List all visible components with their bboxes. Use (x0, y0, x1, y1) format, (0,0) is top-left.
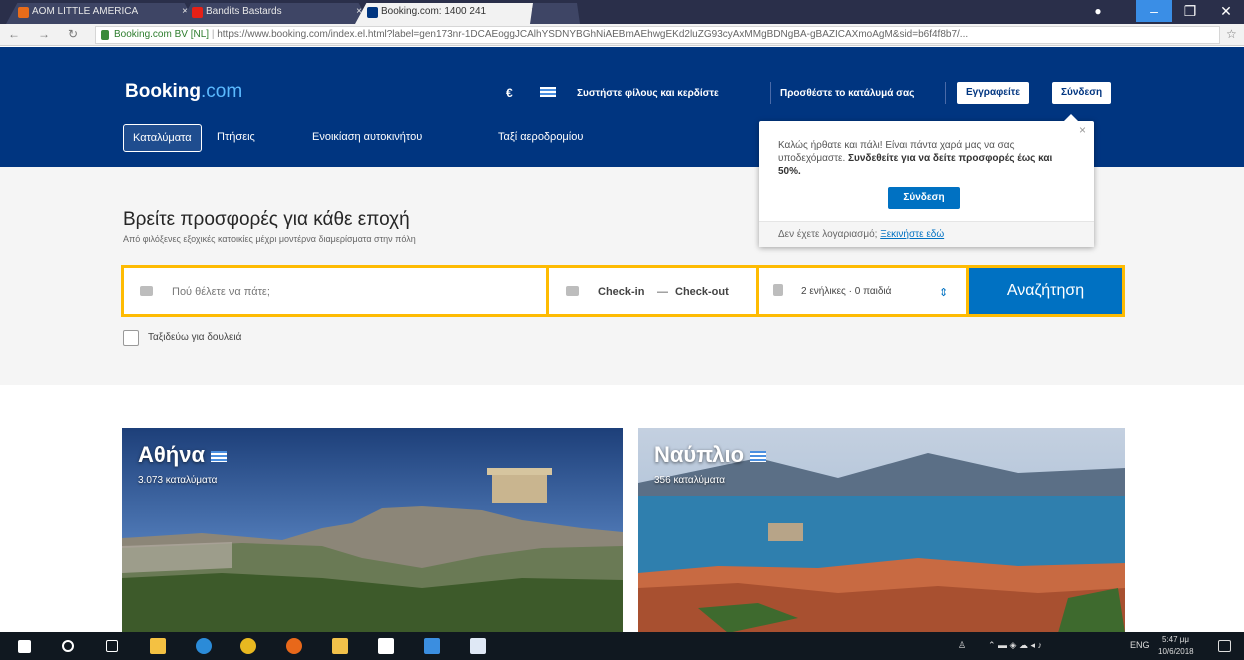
firefox-icon[interactable] (286, 638, 302, 654)
divider (770, 82, 771, 104)
tab-favicon (367, 7, 378, 18)
work-travel-checkbox[interactable] (123, 330, 139, 346)
destination-card-athens[interactable]: Αθήνα 3.073 καταλύματα (122, 428, 623, 633)
notepad-icon[interactable] (470, 638, 486, 654)
mail-icon[interactable] (378, 638, 394, 654)
browser-tab-3[interactable]: Booking.com: 1400 241 × (355, 3, 545, 24)
tab-car-rental[interactable]: Ενοικίαση αυτοκινήτου (303, 124, 431, 150)
popup-footer: Δεν έχετε λογαριασμό; Ξεκινήστε εδώ (759, 221, 1094, 247)
create-account-link[interactable]: Ξεκινήστε εδώ (880, 229, 944, 240)
chevron-down-icon: ⇕ (939, 287, 949, 299)
tab-favicon (18, 7, 29, 18)
popup-signin-button[interactable]: Σύνδεση (888, 187, 960, 209)
signin-button[interactable]: Σύνδεση (1052, 82, 1112, 104)
lock-icon (101, 30, 109, 40)
notifications-icon[interactable] (1218, 640, 1231, 652)
people-icon[interactable]: ♙ (958, 640, 966, 651)
checkout-date[interactable]: Check-out (675, 286, 729, 298)
browser-tab-bar: AOM LITTLE AMERICA × Bandits Bastards × … (0, 0, 1244, 24)
task-view-icon[interactable] (106, 640, 118, 652)
greek-flag-icon (750, 450, 767, 462)
page-subtitle: Από φιλόξενες εξοχικές κατοικίες μέχρι μ… (123, 234, 416, 244)
destination-input[interactable]: Πού θέλετε να πάτε; (172, 286, 270, 298)
minimize-button[interactable]: – (1136, 0, 1172, 22)
chrome-icon[interactable] (240, 638, 256, 654)
close-icon[interactable]: × (1079, 123, 1086, 137)
list-property-link[interactable]: Προσθέστε το κατάλυμά σας (780, 88, 914, 99)
tab-flights[interactable]: Πτήσεις (208, 124, 264, 150)
signin-popup: × Καλώς ήρθατε και πάλι! Είναι πάντα χαρ… (759, 114, 1094, 247)
back-icon[interactable]: ← (8, 27, 20, 41)
maximize-button[interactable]: ❐ (1172, 0, 1208, 22)
edge-icon[interactable] (196, 638, 212, 654)
property-count: 3.073 καταλύματα (138, 475, 218, 486)
destination-field[interactable]: Πού θέλετε να πάτε; (124, 268, 546, 314)
bed-icon (140, 286, 153, 296)
address-bar-row: ← → ↻ Booking.com BV [NL] | https://www.… (0, 24, 1244, 46)
search-bar: Πού θέλετε να πάτε; Check-in — Check-out… (121, 265, 1125, 317)
currency-selector[interactable]: € (506, 86, 513, 100)
windows-taskbar: ♙ ⌃ ▬ ◈ ☁ ◂ ♪ ENG 5:47 μμ 10/6/2018 (0, 632, 1244, 660)
url-input[interactable]: Booking.com BV [NL] | https://www.bookin… (95, 26, 1220, 44)
dates-field[interactable]: Check-in — Check-out (549, 268, 756, 314)
language-indicator[interactable]: ENG (1130, 640, 1150, 650)
calendar-icon (566, 286, 579, 296)
popup-text: Καλώς ήρθατε και πάλι! Είναι πάντα χαρά … (778, 140, 1053, 177)
tab-airport-taxi[interactable]: Ταξί αεροδρομίου (489, 124, 592, 150)
person-icon (773, 284, 783, 296)
tab-title: Bandits Bastards (206, 6, 282, 17)
browser-tab-2[interactable]: Bandits Bastards × (180, 3, 370, 24)
destination-name: Ναύπλιο (654, 442, 767, 468)
search-button[interactable]: Αναζήτηση (969, 268, 1122, 314)
file-explorer-icon[interactable] (332, 638, 348, 654)
photos-icon[interactable] (424, 638, 440, 654)
date-separator: — (657, 286, 668, 298)
clock-date[interactable]: 10/6/2018 (1158, 647, 1194, 656)
destination-name: Αθήνα (138, 442, 227, 468)
url-host: Booking.com BV [NL] (114, 29, 210, 40)
system-tray-icons[interactable]: ⌃ ▬ ◈ ☁ ◂ ♪ (988, 640, 1042, 651)
property-count: 356 καταλύματα (654, 475, 726, 486)
forward-icon[interactable]: → (38, 27, 50, 41)
guests-field[interactable]: 2 ενήλικες · 0 παιδιά ⇕ (759, 268, 966, 314)
register-button[interactable]: Εγγραφείτε (957, 82, 1030, 104)
booking-logo[interactable]: Booking.com (125, 81, 242, 103)
reload-icon[interactable]: ↻ (68, 27, 78, 41)
search-icon[interactable] (62, 640, 74, 652)
tab-favicon (192, 7, 203, 18)
tab-title: AOM LITTLE AMERICA (32, 6, 139, 17)
divider (945, 82, 946, 104)
refer-friends-link[interactable]: Συστήστε φίλους και κερδίστε (577, 88, 719, 99)
browser-tab-1[interactable]: AOM LITTLE AMERICA × (6, 3, 196, 24)
destination-card-nafplio[interactable]: Ναύπλιο 356 καταλύματα (638, 428, 1125, 633)
page-title: Βρείτε προσφορές για κάθε εποχή (123, 209, 410, 230)
url-text: https://www.booking.com/index.el.html?la… (217, 29, 969, 40)
bookmark-star-icon[interactable]: ☆ (1226, 27, 1237, 41)
language-flag-icon[interactable] (540, 87, 556, 97)
windows-start-icon[interactable] (18, 640, 31, 653)
new-tab-button[interactable] (530, 3, 580, 24)
store-icon[interactable] (150, 638, 166, 654)
greek-flag-icon (210, 450, 227, 462)
profile-icon[interactable]: ● (1080, 0, 1116, 22)
work-travel-label: Ταξιδεύω για δουλειά (148, 332, 242, 343)
guests-value: 2 ενήλικες · 0 παιδιά (801, 286, 892, 297)
tab-accommodations[interactable]: Καταλύματα (123, 124, 202, 152)
checkin-date[interactable]: Check-in (598, 286, 644, 298)
tab-title: Booking.com: 1400 241 (381, 6, 487, 17)
close-window-button[interactable]: ✕ (1208, 0, 1244, 22)
clock-time[interactable]: 5:47 μμ (1162, 635, 1189, 644)
